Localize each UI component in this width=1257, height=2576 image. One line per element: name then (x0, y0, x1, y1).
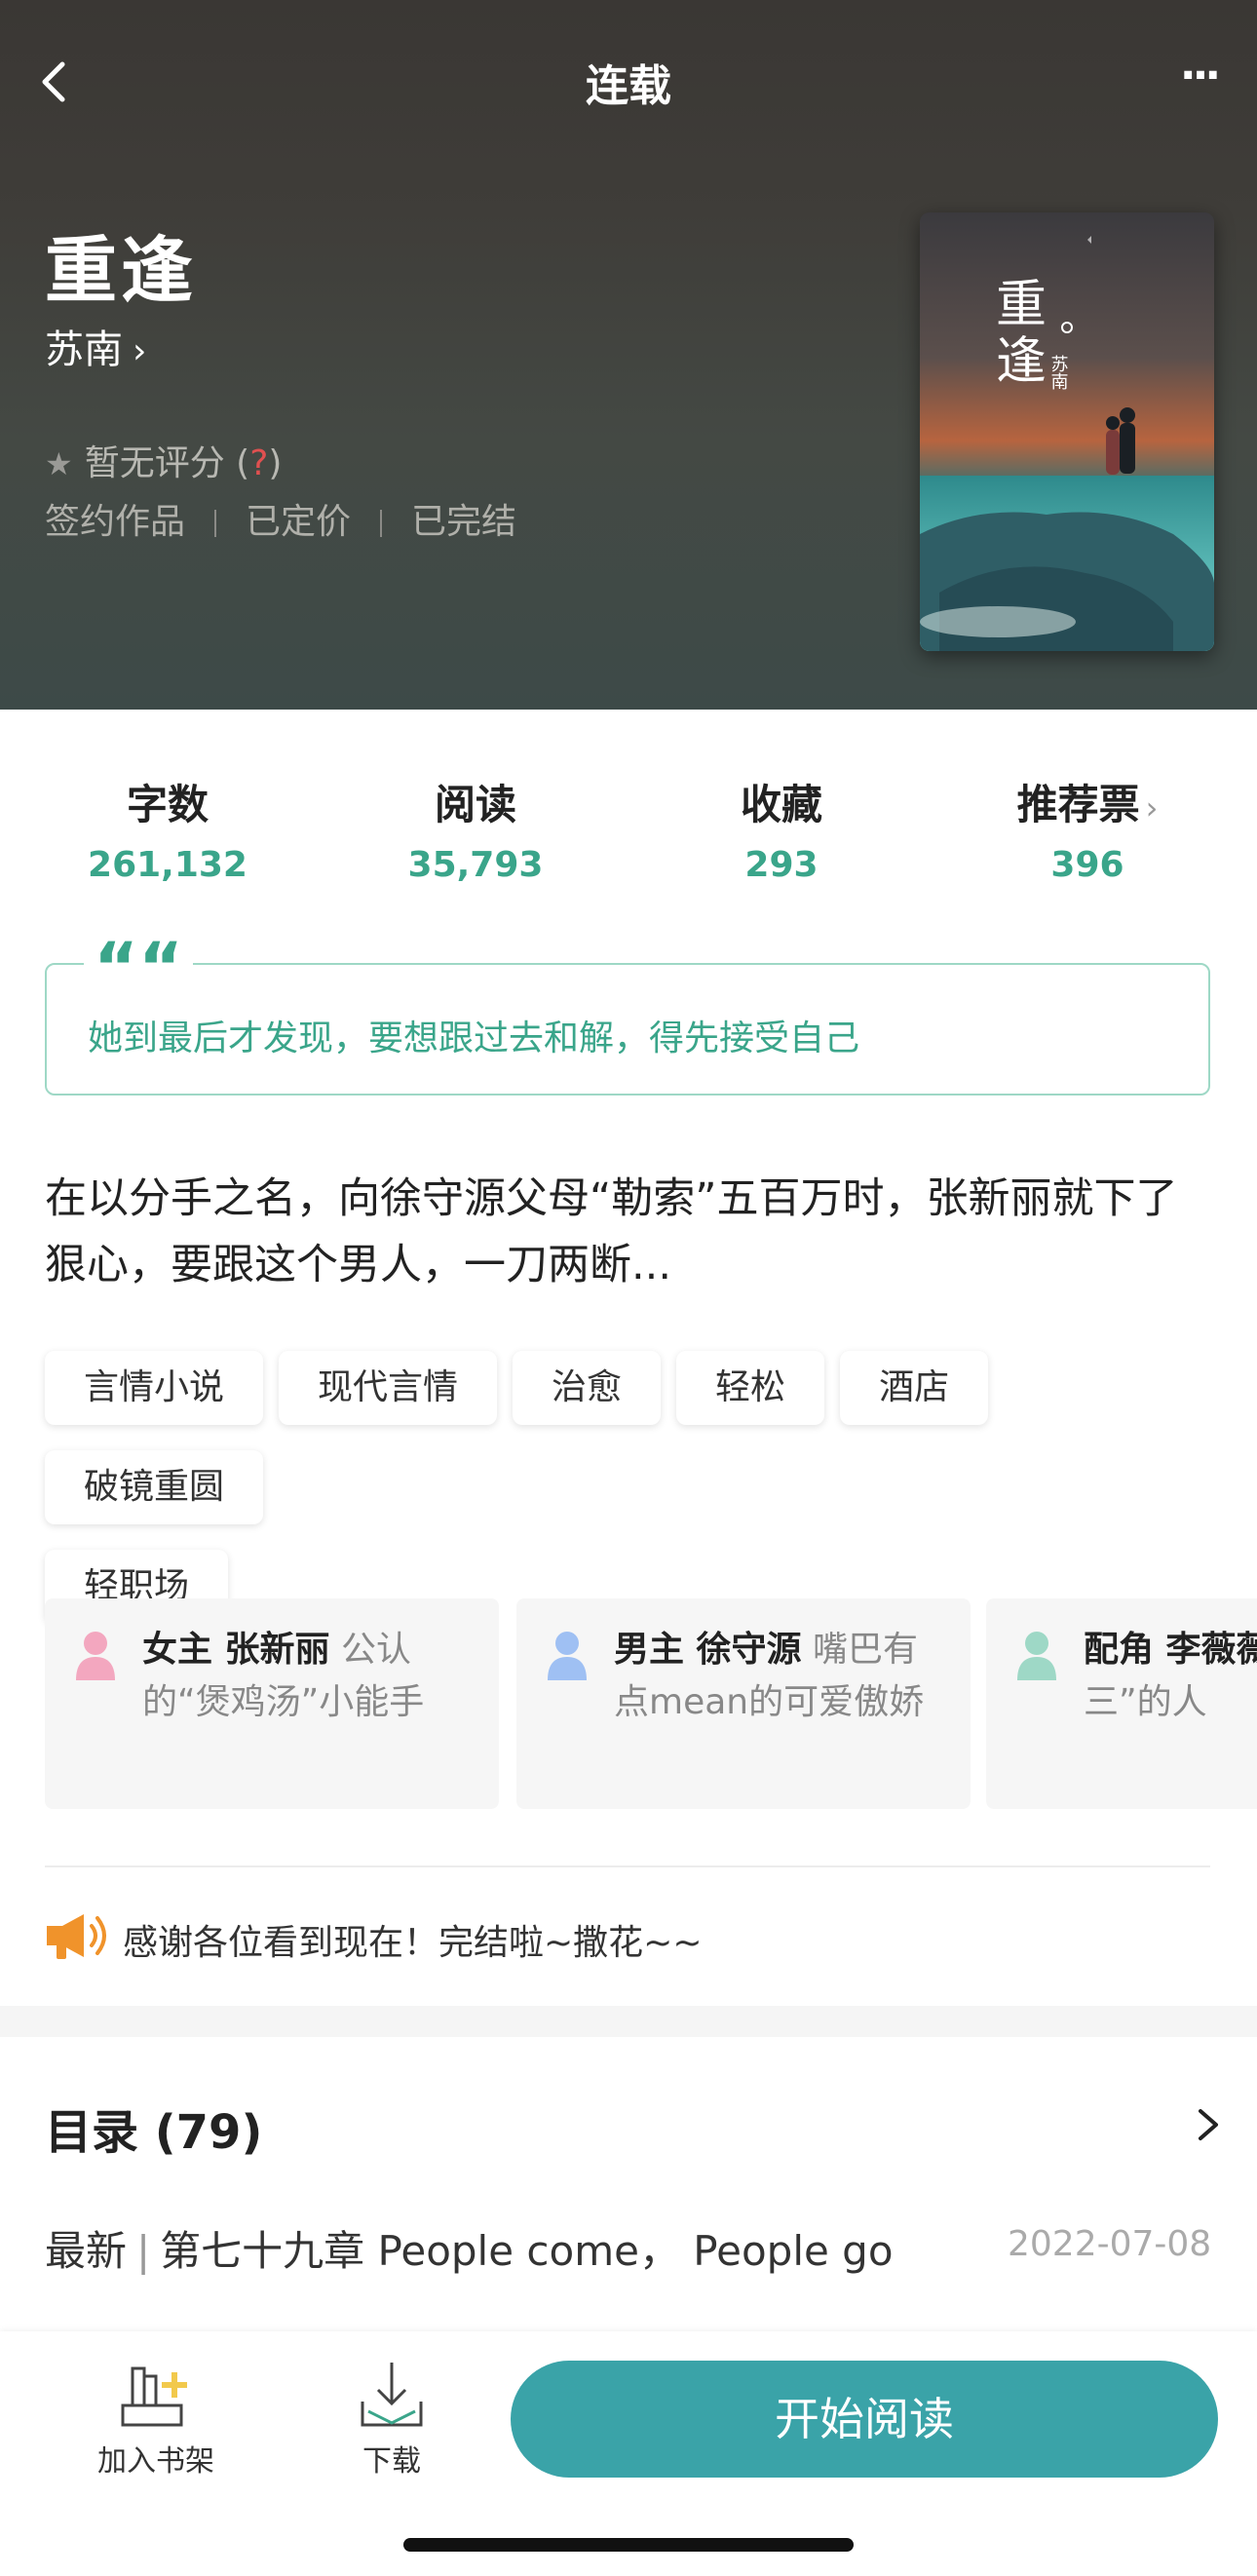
meta-divider (214, 510, 217, 537)
add-to-shelf-label: 加入书架 (97, 2444, 214, 2479)
bookshelf-add-icon (121, 2366, 187, 2427)
start-reading-button[interactable]: 开始阅读 (511, 2361, 1218, 2478)
stat-reads: 阅读 35,793 (349, 772, 602, 885)
stat-value: 261,132 (88, 845, 248, 885)
catalog-title[interactable]: 目录 (79) (45, 2094, 262, 2162)
tag[interactable]: 现代言情 (279, 1351, 498, 1425)
character-role: 女主 张新丽 (142, 1630, 330, 1670)
tag[interactable]: 轻松 (676, 1351, 825, 1425)
character-card[interactable]: 女主 张新丽 公认的“煲鸡汤”小能手 (45, 1598, 499, 1809)
stat-word-count: 字数 261,132 (41, 772, 294, 885)
catalog-chevron-icon[interactable] (1189, 2095, 1228, 2154)
latest-chapter[interactable]: 最新 | 第七十九章 People come， People go (45, 2218, 894, 2278)
rating-help[interactable]: (?) (236, 443, 282, 483)
download-icon (361, 2363, 423, 2427)
character-card[interactable]: 男主 徐守源 嘴巴有点mean的可爱傲娇 (516, 1598, 971, 1809)
stat-label: 字数 (126, 781, 209, 828)
more-button[interactable]: ··· (1169, 51, 1228, 113)
person-icon (548, 1632, 587, 1680)
stat-favorites: 收藏 293 (655, 772, 908, 885)
character-card[interactable]: 配角 李薇薇 当“小三”的人 (986, 1598, 1257, 1809)
tag[interactable]: 治愈 (513, 1351, 662, 1425)
book-title: 重逢 (45, 229, 197, 313)
latest-chapter-title: 第七十九章 People come， People go (160, 2227, 894, 2275)
page-title: 连载 (586, 61, 671, 111)
cover-author: 苏南 (1048, 355, 1069, 390)
cover-illustration: 重 逢 苏南 (920, 212, 1214, 651)
tag[interactable]: 言情小说 (45, 1351, 264, 1425)
character-list[interactable]: 女主 张新丽 公认的“煲鸡汤”小能手 男主 徐守源 嘴巴有点mean的可爱傲娇 … (45, 1598, 1257, 1809)
latest-chapter-date: 2022-07-08 (1008, 2224, 1212, 2264)
add-to-shelf-button[interactable]: 加入书架 (68, 2359, 244, 2480)
latest-label: 最新 (45, 2227, 128, 2275)
character-role: 配角 李薇薇 (1084, 1630, 1257, 1670)
stat-value: 293 (744, 845, 819, 885)
book-cover[interactable]: 重 逢 苏南 (920, 212, 1214, 651)
meta-status: 已完结 (411, 502, 517, 542)
more-icon: ··· (1179, 51, 1221, 100)
person-icon (1017, 1632, 1056, 1680)
cover-title-1: 重 (996, 276, 1047, 334)
cover-title-2: 逢 (996, 332, 1047, 391)
megaphone-icon (43, 1910, 111, 1961)
star-icon: ★ (45, 445, 73, 482)
author-link[interactable]: 苏南 › (45, 318, 146, 374)
divider (45, 1865, 1210, 1867)
download-label: 下载 (362, 2444, 421, 2479)
stat-recommend-votes[interactable]: 推荐票 › 396 (961, 772, 1214, 885)
chevron-right-icon: › (133, 331, 147, 371)
tagline-text: 她到最后才发现，要想跟过去和解，得先接受自己 (88, 1019, 860, 1058)
book-description[interactable]: 在以分手之名，向徐守源父母“勒索”五百万时，张新丽就下了狠心，要跟这个男人，一刀… (45, 1166, 1214, 1298)
download-button[interactable]: 下载 (304, 2359, 479, 2480)
book-meta: 签约作品 已定价 已完结 (45, 493, 516, 544)
stat-label: 阅读 (434, 781, 516, 828)
stat-value: 396 (1050, 845, 1124, 885)
chevron-right-icon: › (1145, 789, 1159, 827)
character-role: 男主 徐守源 (614, 1630, 802, 1670)
meta-divider (380, 510, 383, 537)
rating: ★ 暂无评分 (?) (45, 435, 282, 485)
meta-priced: 已定价 (246, 502, 352, 542)
stat-value: 35,793 (407, 845, 544, 885)
stat-label: 推荐票 (1016, 781, 1140, 828)
section-gap (0, 2006, 1257, 2037)
rating-text: 暂无评分 (84, 443, 225, 483)
author-name: 苏南 (45, 327, 123, 372)
author-notice: 感谢各位看到现在！完结啦~撒花~~ (123, 1923, 703, 1963)
meta-signed: 签约作品 (45, 502, 186, 542)
home-indicator (403, 2538, 854, 2552)
person-icon (76, 1632, 115, 1680)
quote-icon: ““ (84, 934, 194, 988)
tag[interactable]: 破镜重圆 (45, 1450, 264, 1524)
tag[interactable]: 酒店 (840, 1351, 989, 1425)
stat-label: 收藏 (740, 781, 822, 828)
